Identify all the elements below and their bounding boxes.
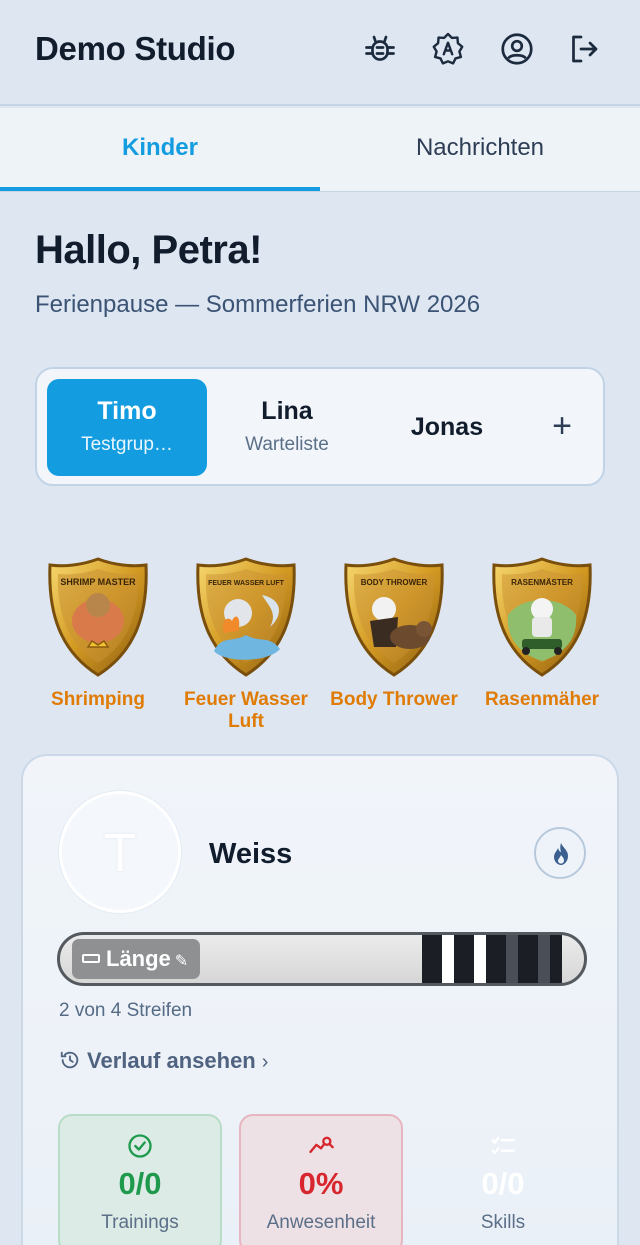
greeting-heading: Hallo, Petra! <box>35 228 262 272</box>
active-tab-indicator <box>0 187 320 191</box>
badge-label: Body Thrower <box>330 689 458 710</box>
badge-body-thrower[interactable]: BODY THROWER Body Thrower <box>324 555 464 711</box>
badge-shield-text: SHRIMP MASTER <box>60 577 136 587</box>
check-circle-icon <box>128 1134 152 1158</box>
stripes-progress-text: 2 von 4 Streifen <box>59 1000 193 1021</box>
badge-shield-text: FEUER WASSER LUFT <box>208 580 285 587</box>
badge-feuer-wasser-luft[interactable]: FEUER WASSER LUFT Feuer Wasser Luft <box>176 555 316 733</box>
chevron-right-icon: › <box>261 1051 269 1073</box>
shield-badge-icon: RASENMÄSTER <box>492 557 592 677</box>
badge-label: Rasenmäher <box>484 689 600 710</box>
account-icon[interactable] <box>499 31 535 67</box>
belt-length-button[interactable]: Länge ✎ <box>72 939 200 979</box>
kid-group: Warteliste <box>245 434 329 455</box>
belt-stripe <box>442 935 454 983</box>
status-subtitle: Ferienpause — Sommerferien NRW 2026 <box>35 291 481 318</box>
history-icon <box>60 1051 79 1069</box>
pencil-icon: ✎ <box>174 953 189 970</box>
stat-label: Anwesenheit <box>266 1212 376 1233</box>
belt-stripe <box>538 935 550 983</box>
ruler-icon <box>82 954 100 963</box>
student-profile-card: T Weiss Länge ✎ 2 von 4 Streifen Verlauf … <box>21 754 619 1245</box>
badge-shield-text: BODY THROWER <box>361 578 428 587</box>
stat-trainings[interactable]: 0/0 Trainings <box>58 1114 222 1245</box>
tab-nachrichten[interactable]: Nachrichten <box>320 108 640 192</box>
stat-skills[interactable]: 0/0 Skills <box>421 1114 585 1245</box>
stat-attendance[interactable]: 0% Anwesenheit <box>239 1114 403 1245</box>
kid-group: Testgrup… <box>81 434 173 455</box>
belt-progress: Länge ✎ <box>57 932 587 986</box>
belt-stripe <box>474 935 486 983</box>
kid-name: Jonas <box>410 413 484 441</box>
kid-tab-timo[interactable]: Timo Testgrup… <box>47 379 207 476</box>
app-title: Demo Studio <box>35 30 236 67</box>
logout-icon[interactable] <box>566 31 602 67</box>
bug-icon[interactable] <box>362 31 398 67</box>
badge-shield-text: RASENMÄSTER <box>511 578 573 587</box>
tab-bar: Kinder Nachrichten <box>0 108 640 192</box>
badge-label: Shrimping <box>51 689 145 710</box>
stat-value: 0% <box>298 1166 344 1201</box>
streak-button[interactable] <box>534 827 586 879</box>
belt-tip <box>422 935 562 983</box>
shield-badge-icon: SHRIMP MASTER <box>48 557 148 677</box>
kid-name: Timo <box>97 397 157 425</box>
avatar[interactable]: T <box>59 791 181 913</box>
belt-length-label: Länge <box>106 946 171 971</box>
kid-selector: Timo Testgrup… Lina Warteliste Jonas + <box>35 367 605 486</box>
shield-badge-icon: BODY THROWER <box>344 557 444 677</box>
stat-label: Skills <box>480 1212 526 1233</box>
stat-value: 0/0 <box>118 1166 162 1201</box>
stat-value: 0/0 <box>481 1166 525 1201</box>
badge-shrimping[interactable]: SHRIMP MASTER Shrimping <box>28 555 168 711</box>
tab-kinder[interactable]: Kinder <box>0 108 320 192</box>
add-kid-button[interactable]: + <box>542 406 582 446</box>
belt-stripe <box>506 935 518 983</box>
translate-icon[interactable] <box>430 31 466 67</box>
kid-name: Lina <box>261 397 313 425</box>
belt-name: Weiss <box>209 838 293 870</box>
shield-badge-icon: FEUER WASSER LUFT <box>196 557 296 677</box>
badge-rasenmaeher[interactable]: RASENMÄSTER Rasenmäher <box>472 555 612 711</box>
kid-tab-jonas[interactable]: Jonas <box>367 379 527 476</box>
trend-search-icon <box>309 1136 334 1153</box>
app-header: Demo Studio <box>0 0 640 106</box>
history-link-label: Verlauf ansehen <box>87 1048 256 1073</box>
history-link[interactable]: Verlauf ansehen › <box>59 1048 268 1074</box>
stat-label: Trainings <box>101 1212 179 1233</box>
kid-tab-lina[interactable]: Lina Warteliste <box>207 379 367 476</box>
checklist-icon <box>491 1136 515 1155</box>
flame-icon <box>554 843 568 865</box>
badge-label: Feuer Wasser Luft <box>184 689 308 732</box>
